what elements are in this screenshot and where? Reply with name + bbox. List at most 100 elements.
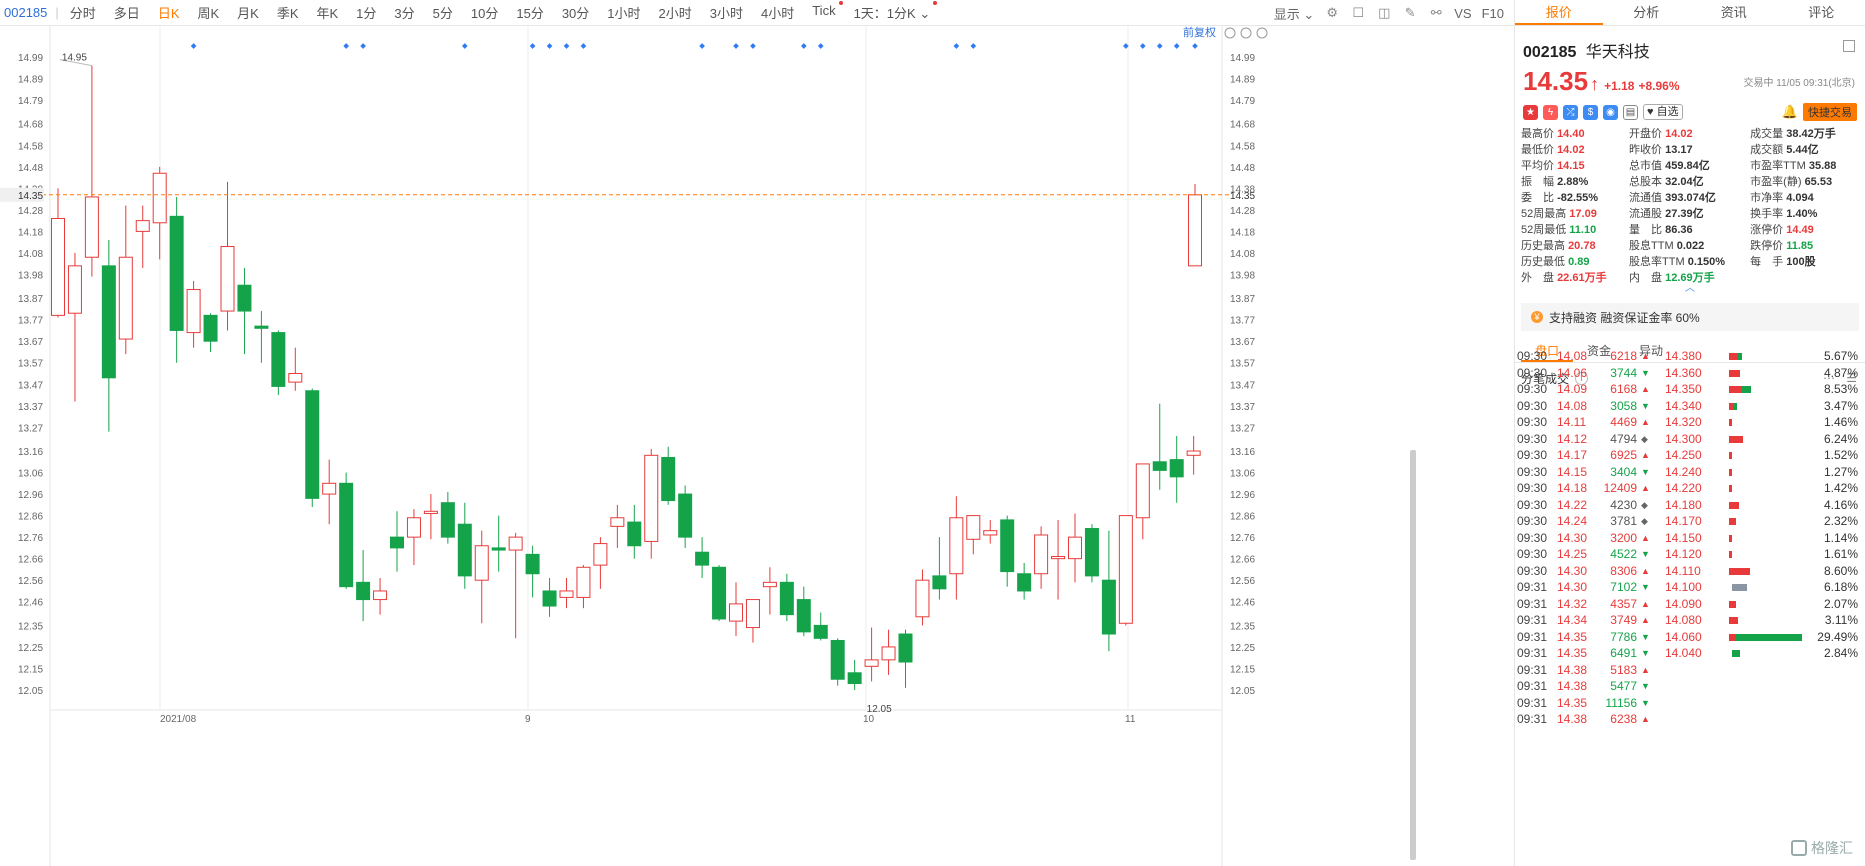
- price-level: 14.360: [1665, 365, 1702, 380]
- candle-body: [1186, 450, 1201, 456]
- period-3小时[interactable]: 3小时: [701, 3, 752, 22]
- link-icon[interactable]: ⚯: [1428, 5, 1444, 21]
- trade-volume: 3200: [1610, 530, 1637, 545]
- quote-cell: [1750, 269, 1859, 285]
- adjust-toggle[interactable]: 前复权: [1183, 26, 1216, 39]
- stock-code-link[interactable]: 002185: [0, 5, 53, 20]
- watchlist-button[interactable]: ♥ 自选: [1643, 104, 1683, 120]
- trade-price: 14.08: [1557, 398, 1588, 413]
- event-marker: [953, 43, 960, 49]
- pen-icon[interactable]: ✎: [1402, 5, 1418, 21]
- candle-body: [101, 265, 116, 379]
- bell-icon[interactable]: 🔔: [1782, 104, 1798, 120]
- kline-svg[interactable]: 2021/08 9 10 11 14.99 14.99 14.89 14.89 14.79 14.…: [0, 26, 1514, 866]
- price-level-pct: 6.24%: [1823, 431, 1858, 446]
- undo-icon[interactable]: [1224, 27, 1236, 39]
- display-label: 显示: [1273, 6, 1300, 22]
- period-10分[interactable]: 10分: [462, 3, 507, 22]
- period-年K[interactable]: 年K: [308, 3, 348, 22]
- trade-price: 14.38: [1557, 679, 1588, 693]
- quote-value: 11.85: [1786, 240, 1814, 252]
- period-月K[interactable]: 月K: [228, 3, 268, 22]
- price-level-pct: 2.07%: [1823, 596, 1858, 611]
- panel-menu-icon[interactable]: [1843, 40, 1855, 52]
- period-3分[interactable]: 3分: [385, 3, 423, 22]
- tab-分析[interactable]: 分析: [1603, 0, 1691, 25]
- period-2小时[interactable]: 2小时: [650, 3, 701, 22]
- trade-price: 14.35: [1557, 695, 1588, 710]
- zoom-in-icon[interactable]: [1256, 27, 1268, 39]
- tag-icon[interactable]: ◉: [1603, 104, 1618, 120]
- candle-body: [695, 551, 710, 566]
- trade-price: 14.22: [1557, 497, 1588, 512]
- trades-list[interactable]: 09:30 14.08 6218 ▲ 14.380 5.67% 09:30 14.06 3744…: [1515, 348, 1865, 866]
- trades-scrollbar[interactable]: [1410, 450, 1416, 860]
- event-marker: [1156, 43, 1163, 49]
- price-level-pct: 4.87%: [1823, 365, 1858, 380]
- period-5分[interactable]: 5分: [424, 3, 462, 22]
- period-Tick[interactable]: Tick: [803, 1, 844, 22]
- y-axis-label-left: 14.48: [18, 163, 43, 174]
- tab-评论[interactable]: 评论: [1778, 0, 1865, 25]
- kline-chart[interactable]: 2021/08 9 10 11 14.99 14.99 14.89 14.89 14.79 14.…: [0, 26, 1514, 866]
- quote-row: 最高价 14.40 开盘价 14.02 成交量 38.42万手: [1521, 125, 1859, 141]
- flag-icon[interactable]: ★: [1523, 104, 1538, 120]
- period-分时[interactable]: 分时: [61, 3, 105, 22]
- f10-button[interactable]: F10: [1482, 6, 1504, 21]
- display-menu[interactable]: 显示 ⌄: [1274, 4, 1315, 23]
- y-axis-label-right: 13.06: [1230, 469, 1255, 480]
- tab-报价[interactable]: 报价: [1515, 0, 1603, 25]
- shuffle-icon[interactable]: ⤮: [1563, 104, 1578, 120]
- period-30分[interactable]: 30分: [553, 3, 598, 22]
- trade-price: 14.30: [1557, 563, 1588, 578]
- trading-status: 交易中 11/05 09:31(北京): [1743, 78, 1855, 89]
- y-axis-label-right: 14.18: [1230, 227, 1255, 238]
- candle-body: [559, 590, 574, 598]
- quote-value: 17.09: [1569, 208, 1597, 220]
- trade-price: 14.38: [1557, 662, 1588, 677]
- quick-trade-button[interactable]: 快捷交易: [1803, 103, 1857, 121]
- period-15分[interactable]: 15分: [507, 3, 552, 22]
- settings-icon[interactable]: ⚙: [1324, 5, 1340, 21]
- up-triangle-icon: ▲: [1641, 532, 1650, 543]
- quote-value: 0.89: [1568, 256, 1590, 268]
- lightning-icon[interactable]: ϟ: [1543, 104, 1558, 120]
- watermark-text: 格隆汇: [1811, 840, 1853, 856]
- y-axis-label-right: 14.08: [1230, 249, 1255, 260]
- y-axis-label-right: 13.77: [1230, 316, 1255, 327]
- period-4小时[interactable]: 4小时: [752, 3, 803, 22]
- camera-icon[interactable]: ◫: [1376, 5, 1392, 21]
- price-level: 14.350: [1665, 382, 1702, 396]
- period-周K[interactable]: 周K: [188, 3, 228, 22]
- event-marker: [360, 43, 366, 49]
- candle-body: [796, 599, 811, 633]
- trade-time: 09:31: [1517, 679, 1548, 693]
- zoom-out-icon[interactable]: [1240, 27, 1252, 39]
- collapse-icon[interactable]: ︿: [1521, 284, 1859, 294]
- range-select[interactable]: 1天：1分K ⌄: [845, 1, 940, 22]
- quote-cell: 成交量 38.42万手: [1750, 125, 1859, 141]
- dollar-icon[interactable]: $: [1583, 104, 1598, 120]
- y-axis-label-right: 14.79: [1230, 96, 1255, 107]
- tab-资讯[interactable]: 资讯: [1690, 0, 1778, 25]
- period-多日[interactable]: 多日: [105, 3, 149, 22]
- price-level: 14.250: [1665, 448, 1702, 462]
- price-row: 14.35 ↑ +1.18 +8.96% 交易中 11/05 09:31(北京): [1515, 62, 1865, 97]
- quote-value: 38.42万手: [1786, 128, 1836, 140]
- event-marker: [190, 43, 197, 49]
- checkbox-dropdown-icon[interactable]: ☐: [1350, 5, 1366, 21]
- candle-body: [542, 590, 557, 607]
- vs-button[interactable]: VS: [1454, 6, 1471, 21]
- trade-volume: 6218: [1610, 349, 1637, 363]
- margin-info: ¥ 支持融资 融资保证金率 60%: [1521, 303, 1859, 331]
- note-icon[interactable]: ▤: [1623, 104, 1638, 120]
- panel-tabs: 报价 分析 资讯 评论: [1515, 0, 1865, 26]
- period-季K[interactable]: 季K: [268, 3, 308, 22]
- y-axis-label-left: 14.99: [18, 53, 43, 64]
- price-level: 14.060: [1665, 629, 1702, 644]
- period-1小时[interactable]: 1小时: [598, 3, 649, 22]
- quote-label: 流通股: [1629, 208, 1666, 220]
- period-1分[interactable]: 1分: [347, 3, 385, 22]
- period-日K[interactable]: 日K: [149, 3, 189, 22]
- candle-body: [491, 547, 506, 551]
